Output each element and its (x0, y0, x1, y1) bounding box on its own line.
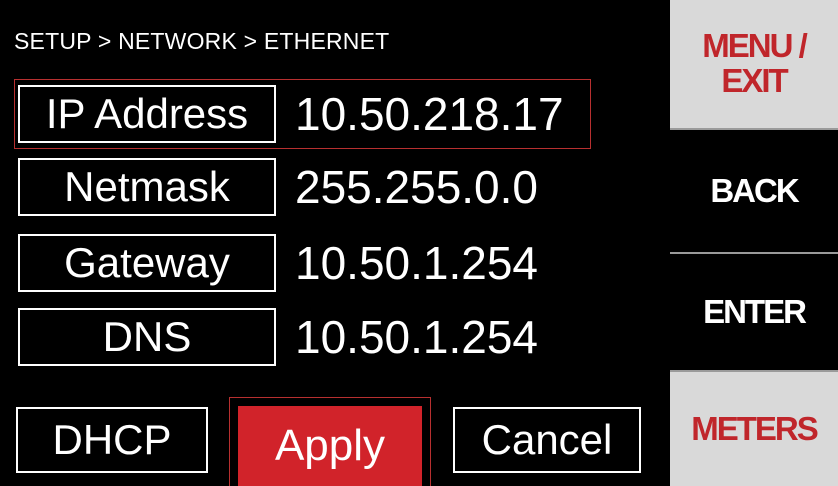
dns-value[interactable]: 10.50.1.254 (295, 308, 538, 366)
apply-button-focus-outline: Apply (229, 397, 431, 486)
apply-button[interactable]: Apply (238, 406, 422, 486)
breadcrumb: SETUP > NETWORK > ETHERNET (14, 28, 390, 54)
gateway-label[interactable]: Gateway (18, 234, 276, 292)
dhcp-button[interactable]: DHCP (16, 407, 208, 473)
menu-exit-line1: MENU / (702, 27, 807, 65)
dns-label[interactable]: DNS (18, 308, 276, 366)
meters-button[interactable]: METERS (670, 372, 838, 486)
ethernet-setup-screen: SETUP > NETWORK > ETHERNET IP Address 10… (0, 0, 838, 486)
gateway-value[interactable]: 10.50.1.254 (295, 234, 538, 292)
netmask-label[interactable]: Netmask (18, 158, 276, 216)
cancel-button[interactable]: Cancel (453, 407, 641, 473)
enter-button[interactable]: ENTER (670, 254, 838, 370)
netmask-value[interactable]: 255.255.0.0 (295, 158, 538, 216)
ip-address-value[interactable]: 10.50.218.17 (295, 85, 564, 143)
menu-exit-button[interactable]: MENU / EXIT (670, 0, 838, 128)
back-button[interactable]: BACK (670, 130, 838, 252)
ip-address-label[interactable]: IP Address (18, 85, 276, 143)
menu-exit-line2: EXIT (721, 62, 788, 99)
softkey-panel: MENU / EXIT BACK ENTER METERS (668, 0, 838, 486)
